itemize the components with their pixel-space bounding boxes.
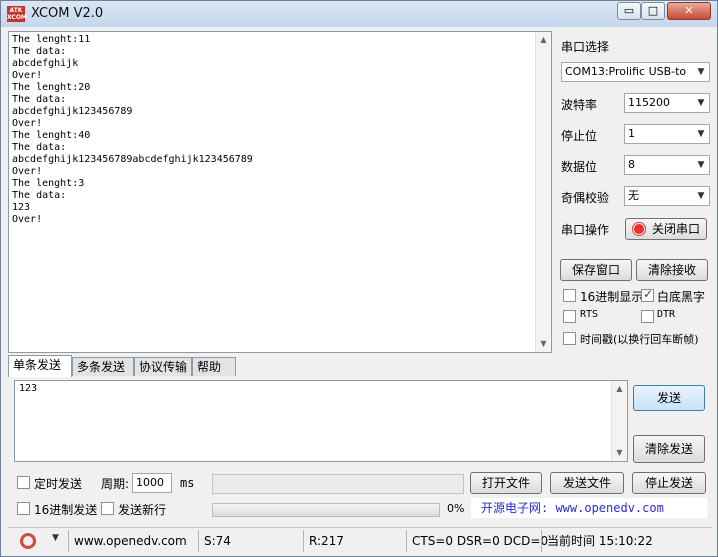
close-port-label: 关闭串口 — [651, 222, 700, 236]
scroll-up-icon[interactable]: ▲ — [536, 32, 551, 48]
window-title: XCOM V2.0 — [31, 6, 104, 21]
minimize-icon: ▭ — [623, 4, 635, 17]
open-file-button[interactable]: 打开文件 — [470, 472, 542, 494]
tab-help[interactable]: 帮助 — [192, 357, 236, 376]
timestamp-checkbox[interactable] — [563, 332, 576, 345]
clear-receive-button[interactable]: 清除接收 — [636, 259, 708, 281]
send-text: 123 — [19, 383, 38, 394]
chevron-down-icon: ▼ — [693, 187, 709, 205]
scroll-up-icon[interactable]: ▲ — [612, 381, 627, 397]
stop-bits-label: 停止位 — [561, 129, 598, 143]
dtr-label: DTR — [657, 309, 676, 320]
send-textarea[interactable]: 123 ▲ ▼ — [14, 380, 628, 462]
newline-send-label: 发送新行 — [118, 503, 167, 517]
data-bits-select[interactable]: 8 ▼ — [624, 155, 710, 175]
white-black-checkbox[interactable] — [641, 287, 654, 302]
data-bits-value: 8 — [628, 158, 635, 171]
port-select-label: 串口选择 — [561, 40, 610, 54]
timestamp-label: 时间戳(以换行回车断帧) — [580, 333, 699, 346]
chevron-down-icon: ▼ — [693, 94, 709, 112]
status-sent-count: S:74 — [198, 530, 302, 552]
status-received-count: R:217 — [303, 530, 407, 552]
title-bar[interactable]: ATK XCOM XCOM V2.0 ▭ □ ✕ — [1, 1, 717, 27]
receive-scrollbar[interactable]: ▲ ▼ — [535, 32, 551, 352]
baud-label: 波特率 — [561, 98, 598, 112]
stop-send-button[interactable]: 停止发送 — [632, 472, 706, 494]
tab-single-send[interactable]: 单条发送 — [8, 355, 72, 377]
send-scrollbar[interactable]: ▲ ▼ — [611, 381, 627, 461]
chevron-down-icon: ▼ — [693, 156, 709, 174]
site-link[interactable]: 开源电子网: www.openedv.com — [471, 498, 707, 518]
white-black-label: 白底黑字 — [657, 290, 706, 304]
port-operation-label: 串口操作 — [561, 223, 610, 237]
scroll-down-icon[interactable]: ▼ — [536, 336, 551, 352]
newline-send-checkbox[interactable] — [101, 502, 114, 515]
status-time: 当前时间 15:10:22 — [541, 530, 712, 552]
timed-send-label: 定时发送 — [34, 477, 83, 491]
rts-label: RTS — [580, 309, 599, 320]
period-label: 周期: — [101, 477, 130, 491]
menu-dropdown-icon[interactable]: ▼ — [52, 533, 59, 543]
rts-checkbox[interactable] — [563, 310, 576, 323]
xcom-window: ATK XCOM XCOM V2.0 ▭ □ ✕ The lenght:11 Th… — [0, 0, 718, 557]
maximize-button[interactable]: □ — [641, 2, 665, 20]
parity-label: 奇偶校验 — [561, 191, 610, 205]
port-select-value: COM13:Prolific USB-to — [565, 65, 687, 78]
hex-display-checkbox[interactable] — [563, 289, 576, 302]
tab-multi-send[interactable]: 多条发送 — [72, 357, 134, 376]
receive-textarea[interactable]: The lenght:11 The data: abcdefghijk Over… — [8, 31, 552, 353]
maximize-icon: □ — [647, 4, 659, 17]
close-button[interactable]: ✕ — [667, 2, 711, 20]
dtr-checkbox[interactable] — [641, 310, 654, 323]
port-status-icon — [631, 222, 646, 236]
file-path-field[interactable] — [212, 474, 464, 494]
minimize-button[interactable]: ▭ — [617, 2, 641, 20]
timed-send-checkbox[interactable] — [17, 476, 30, 489]
period-value: 1000 — [136, 476, 164, 489]
period-input[interactable]: 1000 — [132, 473, 172, 493]
parity-value: 无 — [628, 189, 639, 202]
baud-value: 115200 — [628, 96, 670, 109]
ms-label: ms — [180, 476, 195, 490]
stop-bits-select[interactable]: 1 ▼ — [624, 124, 710, 144]
data-bits-label: 数据位 — [561, 160, 598, 174]
close-icon: ✕ — [684, 4, 694, 17]
receive-text: The lenght:11 The data: abcdefghijk Over… — [12, 34, 253, 225]
send-progress-bar — [212, 503, 440, 517]
close-port-button[interactable]: 关闭串口 — [625, 218, 707, 240]
status-signals: CTS=0 DSR=0 DCD=0 — [406, 530, 548, 552]
clear-send-button[interactable]: 清除发送 — [633, 435, 705, 463]
tab-protocol[interactable]: 协议传输 — [134, 357, 192, 376]
port-select[interactable]: COM13:Prolific USB-to ▼ — [561, 62, 710, 82]
hex-send-checkbox[interactable] — [17, 502, 30, 515]
save-window-button[interactable]: 保存窗口 — [560, 259, 632, 281]
chevron-down-icon: ▼ — [693, 63, 709, 81]
stop-bits-value: 1 — [628, 127, 635, 140]
settings-gear-icon[interactable] — [20, 533, 36, 549]
send-button[interactable]: 发送 — [633, 385, 705, 411]
status-url[interactable]: www.openedv.com — [68, 530, 200, 552]
send-file-button[interactable]: 发送文件 — [550, 472, 624, 494]
chevron-down-icon: ▼ — [693, 125, 709, 143]
status-bar: ▼ www.openedv.com S:74 R:217 CTS=0 DSR=0… — [8, 527, 712, 553]
scroll-down-icon[interactable]: ▼ — [612, 445, 627, 461]
baud-select[interactable]: 115200 ▼ — [624, 93, 710, 113]
hex-send-label: 16进制发送 — [34, 503, 98, 517]
app-logo-icon: ATK XCOM — [7, 6, 27, 22]
parity-select[interactable]: 无 ▼ — [624, 186, 710, 206]
hex-display-label: 16进制显示 — [580, 290, 644, 304]
progress-percent: 0% — [447, 502, 465, 515]
